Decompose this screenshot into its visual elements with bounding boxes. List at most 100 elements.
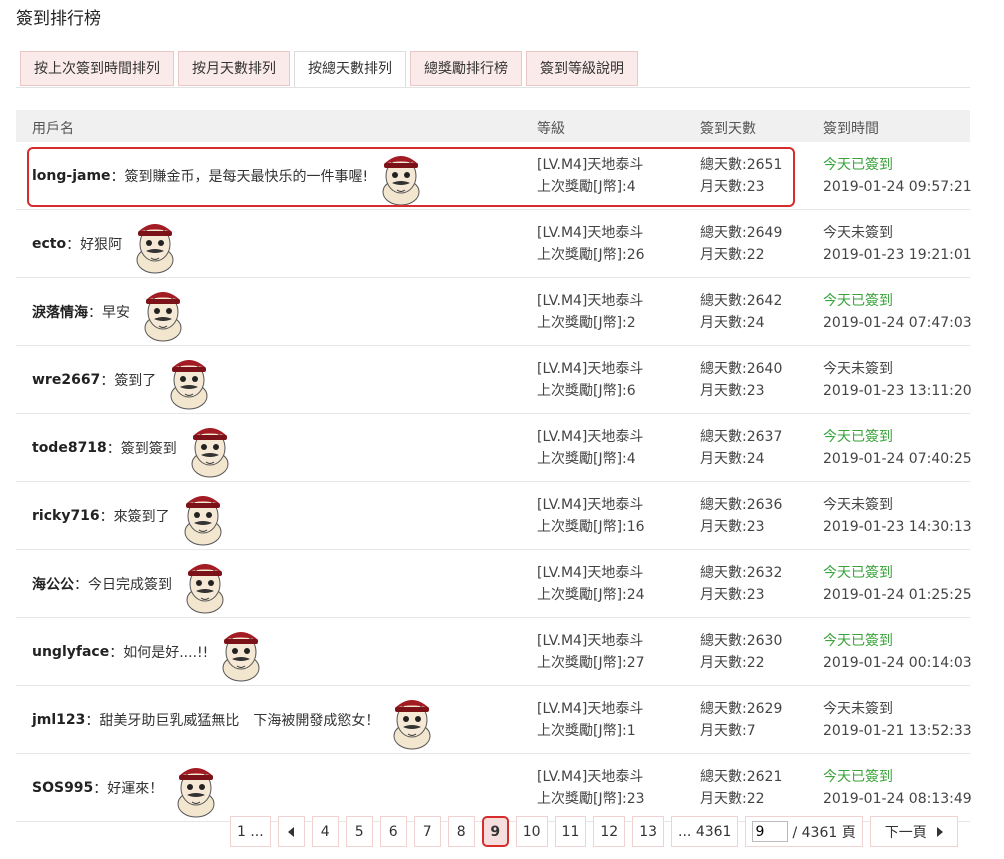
username-link[interactable]: wre2667 bbox=[32, 372, 100, 388]
mood-emoticon bbox=[130, 214, 180, 274]
total-days: 總天數:2636 bbox=[700, 497, 783, 513]
page-button-6[interactable]: 6 bbox=[379, 816, 407, 847]
signin-time: 2019-01-23 14:30:13 bbox=[823, 519, 972, 535]
ranking-table: 用戶名 等級 簽到天數 簽到時間 long-jame ： 簽到賺金币，是每天最快… bbox=[16, 110, 972, 822]
username-link[interactable]: 海公公 bbox=[32, 574, 74, 594]
table-body: long-jame ： 簽到賺金币，是每天最快乐的一件事喔! [LV.M4]天地… bbox=[16, 142, 972, 822]
days-cell: 總天數:2636 月天數:23 bbox=[700, 494, 782, 538]
total-days: 總天數:2640 bbox=[700, 361, 783, 377]
tab-total-days[interactable]: 按總天數排列 bbox=[294, 51, 406, 88]
level-cell: [LV.M4]天地泰斗 上次獎勵[J幣]:1 bbox=[537, 698, 643, 742]
user-cell: 淚落情海 ： 早安 bbox=[32, 278, 188, 345]
signin-status: 今天已簽到 bbox=[823, 769, 893, 785]
time-cell: 今天未簽到 2019-01-21 13:52:33 bbox=[823, 698, 972, 742]
page-button-12[interactable]: 12 bbox=[593, 816, 626, 847]
signin-status: 今天已簽到 bbox=[823, 565, 893, 581]
page-button-13[interactable]: 13 bbox=[632, 816, 665, 847]
total-days: 總天數:2632 bbox=[700, 565, 783, 581]
signin-status: 今天已簽到 bbox=[823, 293, 893, 309]
level-label: [LV.M4]天地泰斗 bbox=[537, 361, 644, 377]
table-row: jml123 ： 甜美牙助巨乳威猛無比 下海被開發成慾女！ [LV.M4]天地泰… bbox=[16, 686, 972, 754]
page-prev-button[interactable] bbox=[277, 816, 305, 847]
user-cell: long-jame ： 簽到賺金币，是每天最快乐的一件事喔! bbox=[32, 142, 426, 209]
month-days: 月天數:7 bbox=[700, 723, 756, 739]
page-button-11[interactable]: 11 bbox=[554, 816, 587, 847]
level-cell: [LV.M4]天地泰斗 上次獎勵[J幣]:26 bbox=[537, 222, 645, 266]
tab-level-info[interactable]: 簽到等級說明 bbox=[526, 51, 638, 86]
last-reward: 上次獎勵[J幣]:24 bbox=[537, 587, 645, 603]
page-number-input[interactable] bbox=[752, 821, 789, 842]
tab-monthly-days[interactable]: 按月天數排列 bbox=[178, 51, 290, 86]
table-row: long-jame ： 簽到賺金币，是每天最快乐的一件事喔! [LV.M4]天地… bbox=[16, 142, 972, 210]
table-row: SOS995 ： 好運來！ [LV.M4]天地泰斗 上次獎勵[J幣]:23 總天… bbox=[16, 754, 972, 822]
month-days: 月天數:22 bbox=[700, 655, 765, 671]
tab-last-signin[interactable]: 按上次簽到時間排列 bbox=[20, 51, 174, 86]
total-days: 總天數:2621 bbox=[700, 769, 783, 785]
username-link[interactable]: jml123 bbox=[32, 712, 85, 728]
page-next-button[interactable]: 下一頁 bbox=[869, 816, 958, 847]
page-button-7[interactable]: 7 bbox=[413, 816, 441, 847]
page-first-button[interactable]: 1 ... bbox=[230, 816, 271, 847]
last-reward: 上次獎勵[J幣]:16 bbox=[537, 519, 645, 535]
table-row: ecto ： 好狠阿 [LV.M4]天地泰斗 上次獎勵[J幣]:26 總天數:2… bbox=[16, 210, 972, 278]
signin-status: 今天未簽到 bbox=[823, 225, 893, 241]
mood-emoticon bbox=[180, 554, 230, 614]
level-cell: [LV.M4]天地泰斗 上次獎勵[J幣]:27 bbox=[537, 630, 645, 674]
user-cell: jml123 ： 甜美牙助巨乳威猛無比 下海被開發成慾女！ bbox=[32, 686, 437, 753]
username-link[interactable]: unglyface bbox=[32, 644, 109, 660]
last-reward: 上次獎勵[J幣]:4 bbox=[537, 451, 636, 467]
level-cell: [LV.M4]天地泰斗 上次獎勵[J幣]:24 bbox=[537, 562, 645, 606]
tabs-divider bbox=[16, 87, 970, 88]
separator: ： bbox=[100, 372, 115, 389]
last-reward: 上次獎勵[J幣]:23 bbox=[537, 791, 645, 807]
signin-message: 甜美牙助巨乳威猛無比 下海被開發成慾女！ bbox=[99, 712, 380, 729]
last-reward: 上次獎勵[J幣]:1 bbox=[537, 723, 636, 739]
user-cell: wre2667 ： 簽到了 bbox=[32, 346, 214, 413]
username-link[interactable]: 淚落情海 bbox=[32, 302, 88, 322]
signin-message: 簽到賺金币，是每天最快乐的一件事喔! bbox=[124, 168, 369, 185]
triangle-right-icon bbox=[936, 826, 943, 837]
time-cell: 今天已簽到 2019-01-24 08:13:49 bbox=[823, 766, 972, 810]
tab-total-rewards[interactable]: 總獎勵排行榜 bbox=[410, 51, 522, 86]
signin-message: 簽到了 bbox=[114, 372, 157, 389]
time-cell: 今天已簽到 2019-01-24 00:14:03 bbox=[823, 630, 972, 674]
page-button-10[interactable]: 10 bbox=[515, 816, 548, 847]
mood-emoticon bbox=[216, 622, 266, 682]
last-reward: 上次獎勵[J幣]:27 bbox=[537, 655, 645, 671]
level-label: [LV.M4]天地泰斗 bbox=[537, 497, 644, 513]
level-cell: [LV.M4]天地泰斗 上次獎勵[J幣]:23 bbox=[537, 766, 645, 810]
separator: ： bbox=[74, 576, 88, 593]
month-days: 月天數:24 bbox=[700, 315, 765, 331]
time-cell: 今天未簽到 2019-01-23 19:21:01 bbox=[823, 222, 972, 266]
month-days: 月天數:24 bbox=[700, 451, 765, 467]
table-header: 用戶名 等級 簽到天數 簽到時間 bbox=[16, 110, 970, 142]
page-button-4[interactable]: 4 bbox=[311, 816, 339, 847]
page-last-button[interactable]: ... 4361 bbox=[671, 816, 739, 847]
page-button-8[interactable]: 8 bbox=[447, 816, 475, 847]
level-label: [LV.M4]天地泰斗 bbox=[537, 633, 644, 649]
time-cell: 今天已簽到 2019-01-24 07:47:03 bbox=[823, 290, 972, 334]
page-button-5[interactable]: 5 bbox=[345, 816, 373, 847]
signin-time: 2019-01-23 13:11:20 bbox=[823, 383, 972, 399]
username-link[interactable]: ricky716 bbox=[32, 508, 100, 524]
page-button-current[interactable]: 9 bbox=[481, 816, 509, 847]
mood-emoticon bbox=[171, 758, 221, 818]
username-link[interactable]: ecto bbox=[32, 236, 66, 252]
separator: ： bbox=[66, 236, 81, 253]
month-days: 月天數:23 bbox=[700, 519, 765, 535]
level-label: [LV.M4]天地泰斗 bbox=[537, 157, 644, 173]
time-cell: 今天未簽到 2019-01-23 13:11:20 bbox=[823, 358, 972, 402]
username-link[interactable]: long-jame bbox=[32, 168, 111, 184]
level-cell: [LV.M4]天地泰斗 上次獎勵[J幣]:16 bbox=[537, 494, 645, 538]
separator: ： bbox=[109, 644, 124, 661]
mood-emoticon bbox=[138, 282, 188, 342]
total-days: 總天數:2642 bbox=[700, 293, 783, 309]
username-link[interactable]: SOS995 bbox=[32, 780, 93, 796]
days-cell: 總天數:2651 月天數:23 bbox=[700, 154, 782, 198]
user-cell: ricky716 ： 來簽到了 bbox=[32, 482, 228, 549]
separator: ： bbox=[106, 440, 121, 457]
page-jump: / 4361 頁 bbox=[745, 816, 863, 847]
signin-status: 今天已簽到 bbox=[823, 633, 893, 649]
table-row: ricky716 ： 來簽到了 [LV.M4]天地泰斗 上次獎勵[J幣]:16 … bbox=[16, 482, 972, 550]
username-link[interactable]: tode8718 bbox=[32, 440, 107, 456]
